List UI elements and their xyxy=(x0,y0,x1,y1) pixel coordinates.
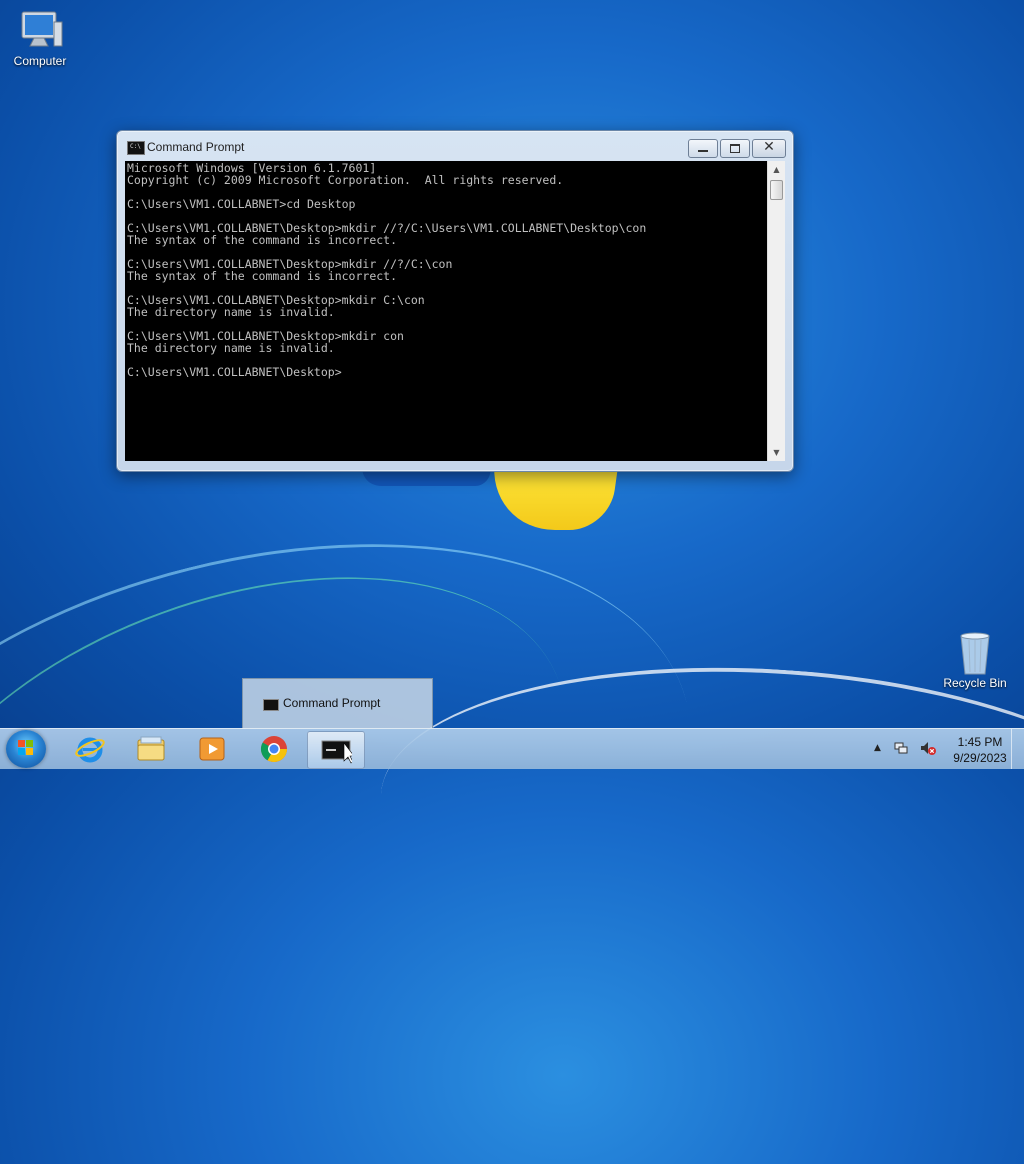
window-titlebar[interactable]: C:\ Command Prompt ✕ xyxy=(117,131,793,161)
wallpaper-swoosh xyxy=(370,642,1024,1002)
scroll-up-arrow-icon[interactable]: ▲ xyxy=(768,161,785,178)
clock-date: 9/29/2023 xyxy=(953,751,1007,765)
close-button[interactable]: ✕ xyxy=(752,139,786,158)
show-hidden-icons-icon[interactable]: ▲ xyxy=(874,743,881,753)
start-button[interactable] xyxy=(6,730,46,768)
desktop-icon-label: Recycle Bin xyxy=(943,676,1007,690)
network-icon[interactable] xyxy=(894,741,908,755)
taskbar-clock[interactable]: 1:45 PM 9/29/2023 xyxy=(946,734,1014,766)
vertical-scrollbar[interactable]: ▲ ▼ xyxy=(767,161,785,461)
windows-logo-icon xyxy=(18,740,34,756)
taskbar-internet-explorer[interactable] xyxy=(62,731,118,767)
scroll-thumb[interactable] xyxy=(770,180,783,200)
command-prompt-icon xyxy=(321,740,352,764)
system-tray: ▲ 1:45 PM 9/29/2023 xyxy=(864,729,1024,769)
internet-explorer-icon xyxy=(75,737,105,763)
show-desktop-button[interactable] xyxy=(1011,729,1024,769)
taskbar-command-prompt[interactable] xyxy=(307,731,365,769)
chrome-icon xyxy=(260,736,288,763)
desktop-icon-label: Computer xyxy=(13,54,67,68)
desktop-icon-recycle-bin[interactable]: Recycle Bin xyxy=(935,630,1015,690)
close-icon: ✕ xyxy=(763,139,775,155)
command-prompt-icon: C:\ xyxy=(127,141,145,155)
scroll-down-arrow-icon[interactable]: ▼ xyxy=(768,444,785,461)
popup-label: Command Prompt xyxy=(283,696,381,710)
maximize-button[interactable] xyxy=(720,139,750,158)
media-player-icon xyxy=(199,737,225,761)
taskbar-media-player[interactable] xyxy=(184,731,240,767)
taskbar-windows-explorer[interactable] xyxy=(123,731,179,767)
console-text: Microsoft Windows [Version 6.1.7601] Cop… xyxy=(127,161,647,379)
volume-muted-icon[interactable] xyxy=(920,741,936,755)
taskbar-chrome[interactable] xyxy=(246,731,302,767)
recycle-bin-icon xyxy=(951,630,999,675)
console-output[interactable]: Microsoft Windows [Version 6.1.7601] Cop… xyxy=(125,161,767,461)
minimize-button[interactable] xyxy=(688,139,718,158)
clock-time: 1:45 PM xyxy=(957,735,1003,749)
computer-icon xyxy=(16,8,64,52)
windows-explorer-icon xyxy=(137,736,165,761)
command-prompt-window[interactable]: C:\ Command Prompt ✕ Microsoft Windows [… xyxy=(116,130,794,472)
wallpaper-swoosh xyxy=(0,492,628,1110)
taskbar-thumbnail-popup[interactable]: Command Prompt xyxy=(242,678,433,729)
taskbar: ▲ 1:45 PM 9/29/2023 xyxy=(0,728,1024,769)
window-title: Command Prompt xyxy=(147,140,245,154)
wallpaper-swoosh xyxy=(0,458,748,1164)
desktop-icon-computer[interactable]: Computer xyxy=(0,8,80,68)
command-prompt-icon xyxy=(263,699,279,711)
